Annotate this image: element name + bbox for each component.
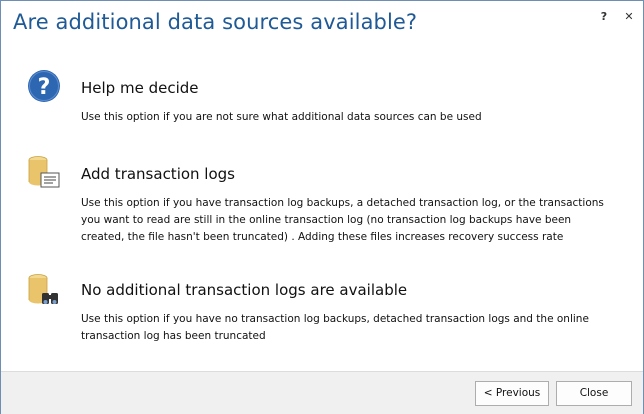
previous-button[interactable]: < Previous — [475, 381, 549, 406]
option-title: Help me decide — [81, 79, 199, 97]
option-add-transaction-logs[interactable]: Add transaction logs Use this option if … — [1, 155, 643, 245]
dialog-footer: < Previous Close — [1, 371, 643, 414]
option-description: Use this option if you are not sure what… — [81, 111, 482, 123]
option-description: Use this option if you have transaction … — [81, 197, 604, 243]
database-binoculars-icon — [27, 273, 61, 309]
database-document-icon — [27, 155, 61, 191]
dialog-title: Are additional data sources available? — [13, 10, 418, 34]
option-title: No additional transaction logs are avail… — [81, 281, 408, 299]
option-help-me-decide[interactable]: ? Help me decide Use this option if you … — [1, 69, 643, 133]
close-button[interactable]: Close — [556, 381, 632, 406]
window-close-button[interactable]: ✕ — [620, 9, 638, 25]
dialog-window: Are additional data sources available? ?… — [0, 0, 644, 414]
option-no-additional-logs[interactable]: No additional transaction logs are avail… — [1, 269, 643, 349]
question-circle-icon: ? — [27, 69, 61, 105]
option-title: Add transaction logs — [81, 165, 235, 183]
svg-text:?: ? — [38, 75, 51, 100]
option-description: Use this option if you have no transacti… — [81, 313, 589, 342]
help-button[interactable]: ? — [595, 9, 613, 25]
